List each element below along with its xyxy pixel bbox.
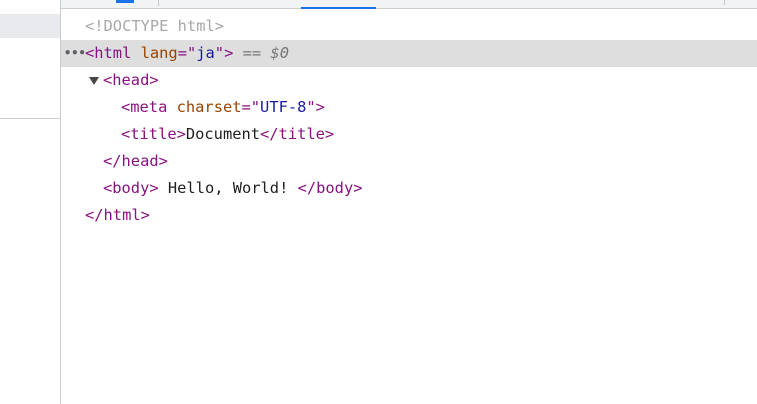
title-text[interactable]: Document bbox=[186, 125, 260, 143]
left-sidebar bbox=[0, 0, 61, 404]
title-tag-open: <title> bbox=[121, 125, 186, 143]
active-tab-indicator[interactable] bbox=[301, 7, 376, 9]
tab-separator bbox=[158, 0, 159, 6]
meta-attr-eq: =" bbox=[241, 98, 261, 116]
html-tag-close: > bbox=[224, 44, 234, 62]
meta-attr-name[interactable]: charset bbox=[177, 98, 242, 116]
title-tag-close: </title> bbox=[260, 125, 335, 143]
toolbar-separator bbox=[724, 0, 725, 5]
triangle-down-icon[interactable] bbox=[89, 77, 99, 85]
dom-node-doctype[interactable]: <!DOCTYPE html> bbox=[61, 13, 757, 40]
dom-node-head-close[interactable]: </head> bbox=[61, 148, 757, 175]
dom-node-head[interactable]: <head> bbox=[61, 67, 757, 94]
dom-node-body[interactable]: <body> Hello, World! </body> bbox=[61, 175, 757, 202]
dom-node-html-close[interactable]: </html> bbox=[61, 202, 757, 229]
meta-attr-close: " bbox=[306, 98, 316, 116]
tab-icon[interactable] bbox=[116, 0, 134, 3]
sidebar-divider bbox=[0, 118, 60, 119]
dom-node-title[interactable]: <title>Document</title> bbox=[61, 121, 757, 148]
body-text[interactable]: Hello, World! bbox=[159, 179, 298, 197]
head-tag-open: <head> bbox=[103, 71, 159, 89]
meta-tag-open: <meta bbox=[121, 98, 168, 116]
panel-tab-bar bbox=[61, 0, 757, 9]
dom-tree: <!DOCTYPE html> ••• <html lang="ja"> == $… bbox=[61, 13, 757, 229]
head-tag-close: </head> bbox=[103, 152, 168, 170]
body-tag-close: </body> bbox=[297, 179, 363, 197]
dom-node-meta[interactable]: <meta charset="UTF-8"> bbox=[61, 94, 757, 121]
dom-node-html[interactable]: ••• <html lang="ja"> == $0 bbox=[61, 40, 757, 67]
html-attr-name[interactable]: lang bbox=[141, 44, 178, 62]
devtools-elements-panel: <!DOCTYPE html> ••• <html lang="ja"> == $… bbox=[0, 0, 757, 404]
meta-attr-value[interactable]: UTF-8 bbox=[260, 98, 306, 116]
doctype-text: <!DOCTYPE html> bbox=[85, 17, 224, 35]
html-attr-close: " bbox=[214, 44, 225, 62]
html-tag-end: </html> bbox=[85, 206, 150, 224]
html-tag-open: <html bbox=[85, 44, 132, 62]
meta-tag-close: > bbox=[315, 98, 325, 116]
html-attr-eq: =" bbox=[177, 44, 197, 62]
more-actions-icon[interactable]: ••• bbox=[64, 40, 86, 67]
html-attr-value[interactable]: ja bbox=[196, 44, 215, 62]
body-tag-open: <body> bbox=[103, 179, 159, 197]
sidebar-selected-item[interactable] bbox=[0, 14, 60, 38]
selected-node-ref: == $0 bbox=[233, 44, 289, 62]
